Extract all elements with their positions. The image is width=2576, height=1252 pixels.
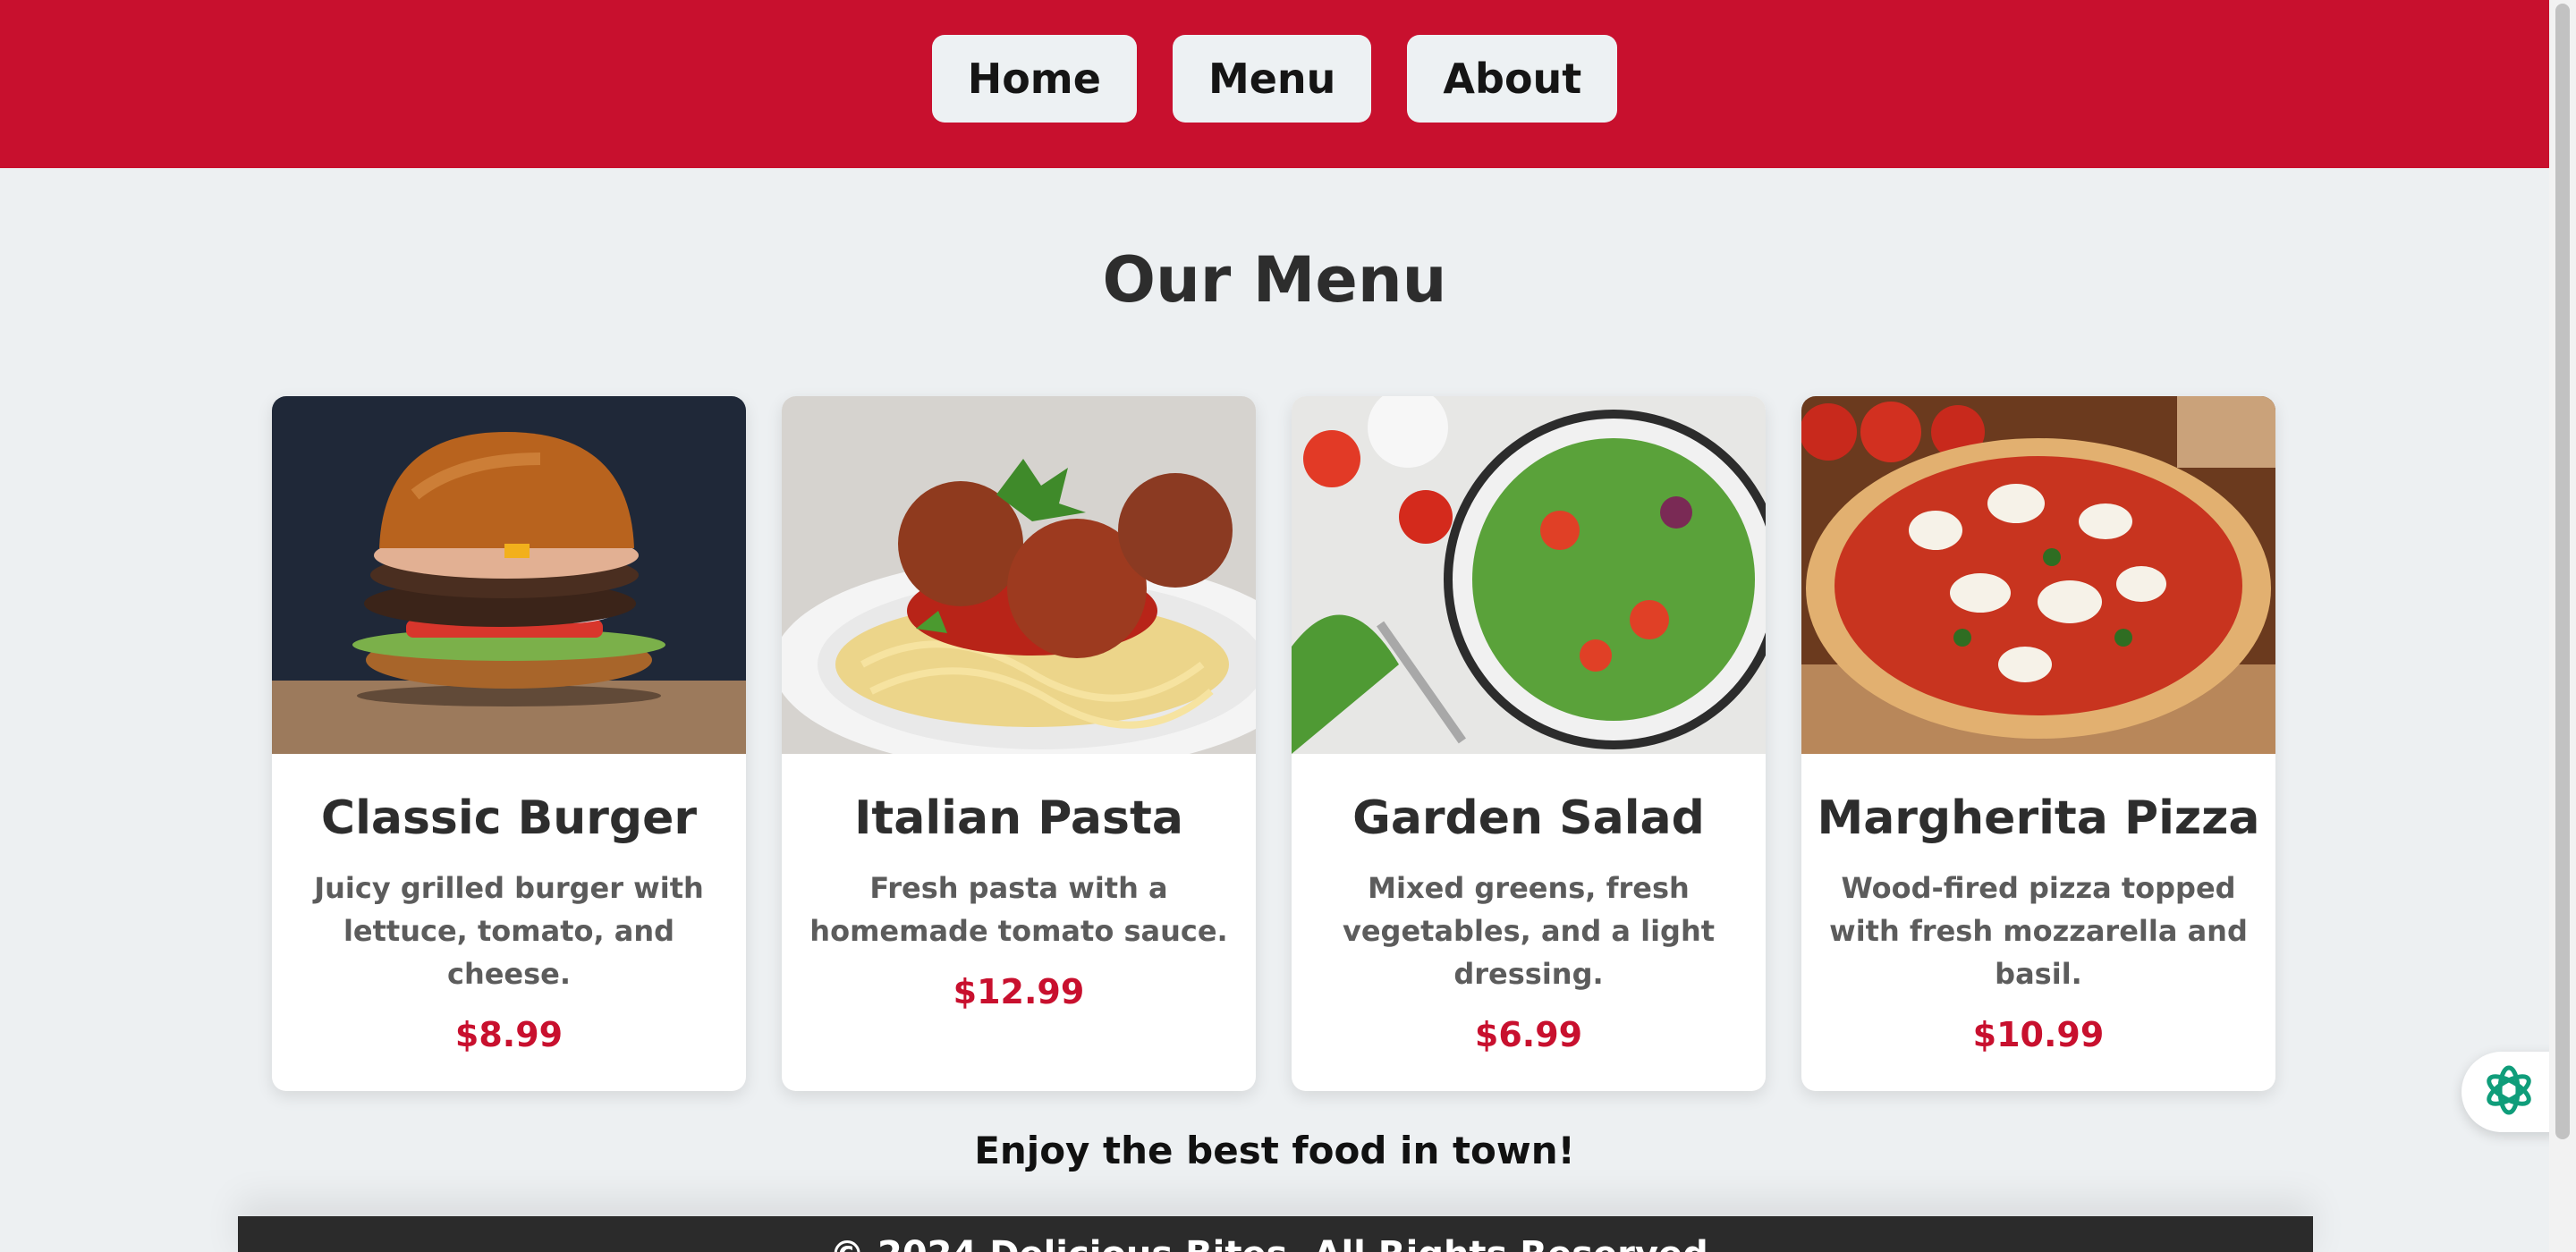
assistant-widget-button[interactable] [2462, 1052, 2558, 1132]
nav-home-button[interactable]: Home [931, 35, 1137, 123]
tagline: Enjoy the best food in town! [974, 1129, 1575, 1172]
nav-about-button[interactable]: About [1407, 35, 1618, 123]
salad-photo [1292, 396, 1766, 754]
card-name: Garden Salad [1352, 791, 1705, 845]
card-name: Italian Pasta [854, 791, 1183, 845]
card-name: Classic Burger [320, 791, 698, 845]
scrollbar[interactable] [2549, 0, 2576, 1252]
card-price: $8.99 [454, 1015, 564, 1054]
scrollbar-thumb[interactable] [2555, 4, 2570, 1139]
footer-copyright: © 2024 Delicious Bites. All Rights Reser… [238, 1234, 2313, 1252]
top-nav: Home Menu About [0, 0, 2549, 168]
menu-card-burger: Classic Burger Juicy grilled burger with… [272, 396, 746, 1091]
card-description: Wood-fired pizza topped with fresh mozza… [1829, 871, 2248, 991]
nav-menu-button[interactable]: Menu [1172, 35, 1372, 123]
pizza-photo [1801, 396, 2275, 754]
menu-card-pasta: Italian Pasta Fresh pasta with a homemad… [782, 396, 1256, 1091]
card-description: Juicy grilled burger with lettuce, tomat… [314, 871, 704, 991]
burger-photo [272, 396, 746, 754]
pasta-photo [782, 396, 1256, 754]
menu-card-pizza: Margherita Pizza Wood-fired pizza topped… [1801, 396, 2275, 1091]
footer: © 2024 Delicious Bites. All Rights Reser… [238, 1216, 2313, 1252]
card-price: $6.99 [1474, 1015, 1583, 1054]
page-title: Our Menu [1102, 243, 1447, 317]
openai-knot-icon [2481, 1062, 2537, 1121]
card-description: Mixed greens, fresh vegetables, and a li… [1342, 871, 1716, 991]
card-name: Margherita Pizza [1817, 791, 2260, 845]
menu-card-salad: Garden Salad Mixed greens, fresh vegetab… [1292, 396, 1766, 1091]
card-price: $10.99 [1972, 1015, 2105, 1054]
card-price: $12.99 [953, 972, 1085, 1011]
card-description: Fresh pasta with a homemade tomato sauce… [809, 871, 1228, 948]
menu-card-list: Classic Burger Juicy grilled burger with… [272, 396, 2275, 1091]
